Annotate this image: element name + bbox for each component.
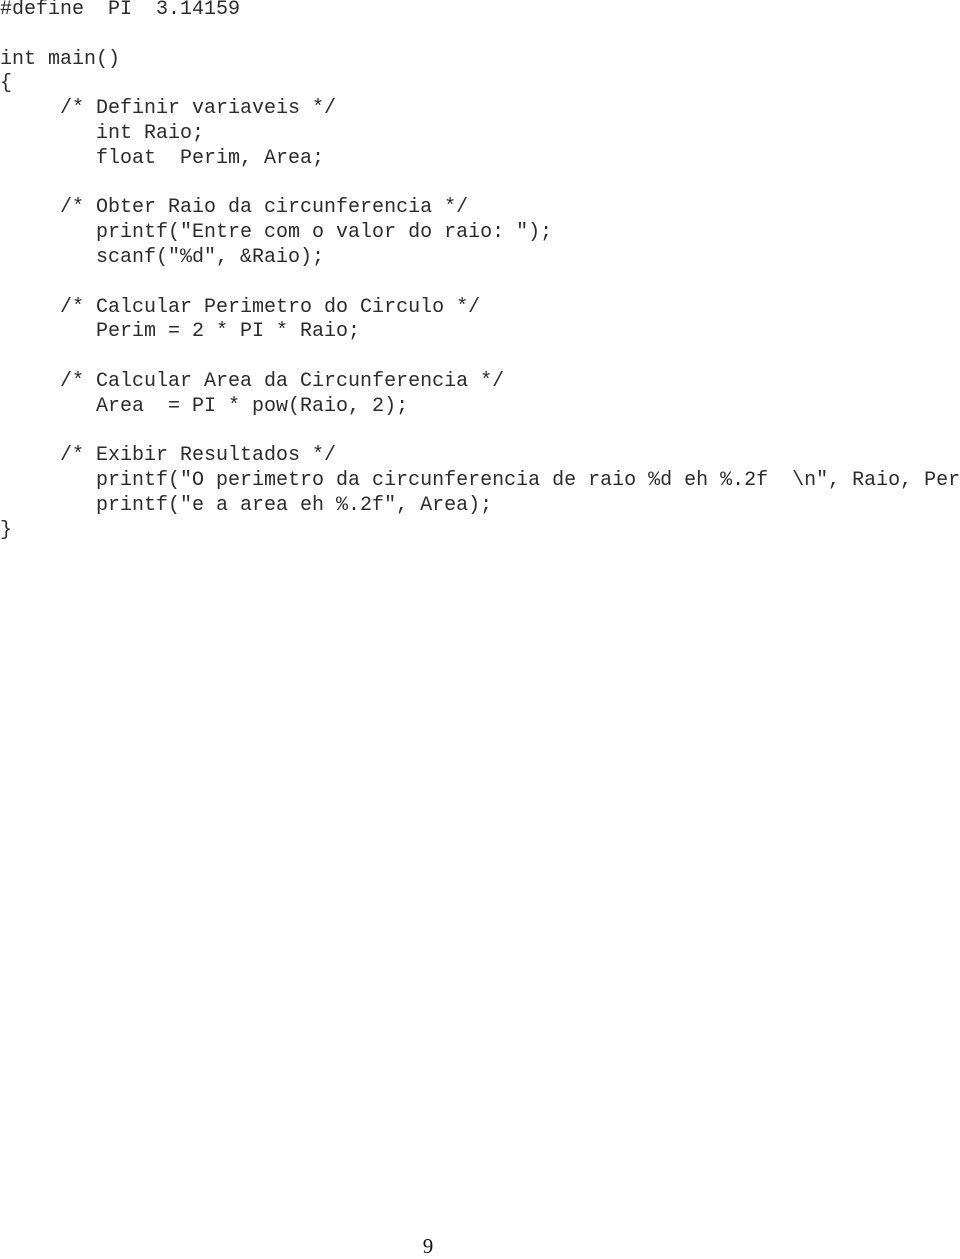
code-line-comment-results: /* Exibir Resultados */ bbox=[0, 444, 337, 468]
code-line-int-decl: int Raio; bbox=[0, 121, 205, 145]
code-listing: #define PI 3.14159 int main(){ /* Definir… bbox=[0, 0, 960, 544]
code-line-close-brace: } bbox=[0, 518, 13, 542]
code-line-comment-perimeter: /* Calcular Perimetro do Circulo */ bbox=[0, 295, 481, 319]
code-line-comment-variables: /* Definir variaveis */ bbox=[0, 97, 337, 121]
code-line-printf-perimeter: printf("O perimetro da circunferencia de… bbox=[96, 469, 960, 493]
code-line-perimeter-calc: Perim = 2 * PI * Raio; bbox=[0, 320, 361, 344]
code-line-scanf: scanf("%d", &Raio); bbox=[0, 245, 325, 269]
code-line-comment-input: /* Obter Raio da circunferencia */ bbox=[0, 196, 469, 220]
code-line-open-brace: { bbox=[0, 72, 13, 96]
page-number: 9 bbox=[422, 1234, 434, 1258]
code-line-printf-prompt: printf("Entre com o valor do raio: "); bbox=[0, 221, 553, 245]
code-line-float-decl: float Perim, Area; bbox=[0, 146, 325, 170]
code-line-comment-area: /* Calcular Area da Circunferencia */ bbox=[0, 369, 505, 393]
code-line-main-signature: int main() bbox=[0, 47, 121, 71]
code-line-define: #define PI 3.14159 bbox=[0, 0, 241, 21]
code-line-area-calc: Area = PI * pow(Raio, 2); bbox=[0, 394, 409, 418]
code-line-printf-area: printf("e a area eh %.2f", Area); bbox=[0, 493, 493, 517]
